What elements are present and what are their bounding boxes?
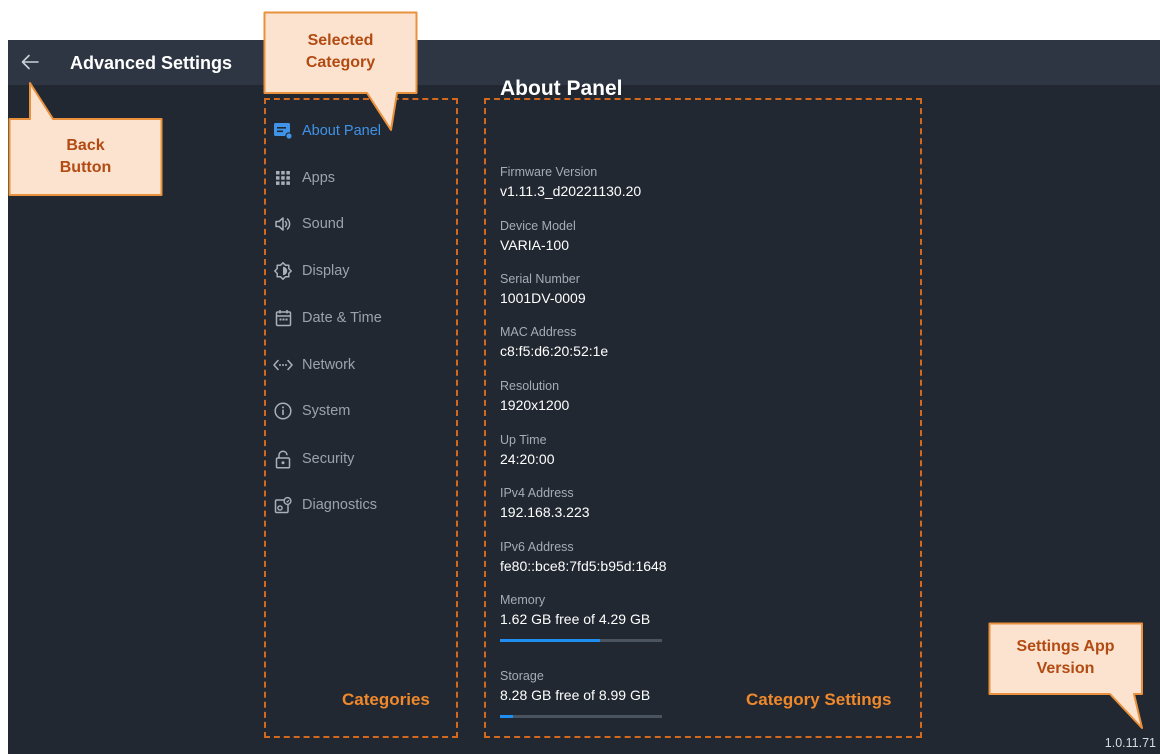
app-version: 1.0.11.71 xyxy=(1104,736,1156,750)
categories-annotation-label: Categories xyxy=(342,690,430,709)
back-button[interactable] xyxy=(16,49,44,75)
arrow-left-icon xyxy=(21,54,39,70)
back-button-callout: Back Button xyxy=(8,81,164,197)
selected-category-callout-text: Selected Category xyxy=(305,32,376,71)
settings-app-version-callout: Settings App Version xyxy=(988,622,1148,730)
settings-app-version-callout-text: Settings App Version xyxy=(1016,638,1115,677)
back-button-callout-text: Back Button xyxy=(59,137,112,176)
selected-category-callout: Selected Category xyxy=(263,11,425,133)
categories-annotation-box xyxy=(264,98,458,738)
page-title: Advanced Settings xyxy=(70,53,233,73)
category-settings-annotation-label: Category Settings xyxy=(746,690,892,709)
category-settings-annotation-box xyxy=(484,98,922,738)
